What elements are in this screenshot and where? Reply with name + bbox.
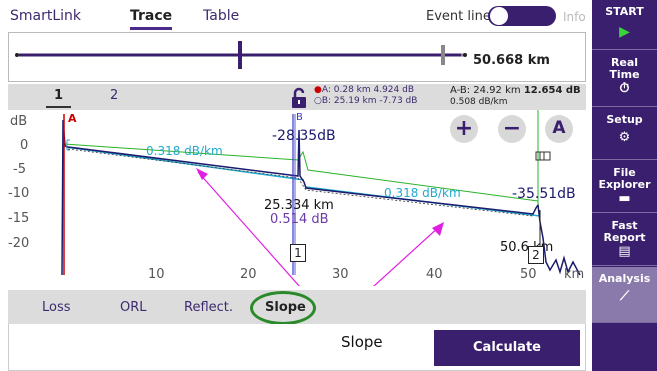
event-box-1[interactable]: 1 (290, 244, 306, 262)
event-db: 0.514 dB (270, 212, 329, 227)
realtime-button[interactable]: Real Time ⏱ (592, 51, 657, 107)
analysis-wand-icon: ⟋ (619, 289, 630, 304)
slope-label-2: 0.318 dB/km (384, 186, 461, 200)
analysis-button[interactable]: Analysis ⟋ (592, 267, 657, 323)
total-distance: 50.668 km (473, 53, 550, 68)
unlock-icon[interactable] (288, 87, 310, 109)
setup-label: Setup (606, 113, 643, 126)
ab-readout: A-B: 24.92 km 12.654 dB (450, 85, 581, 96)
tab-table[interactable]: Table (203, 8, 239, 24)
file-label-2: Explorer (598, 178, 651, 191)
tab-loss[interactable]: Loss (42, 300, 71, 315)
tab-trace[interactable]: Trace (130, 8, 173, 30)
auto-zoom-button[interactable]: A (545, 115, 573, 143)
tab-reflect[interactable]: Reflect. (184, 300, 233, 315)
play-icon: ▶ (619, 24, 630, 40)
toggle-knob (490, 7, 508, 25)
info-button[interactable]: Info (563, 10, 586, 24)
marker-b-readout: ○B: 25.19 km -7.73 dB (314, 96, 417, 106)
setup-button[interactable]: Setup ⚙ (592, 108, 657, 160)
start-button[interactable]: START ▶ (592, 0, 657, 50)
x-tick-20: 20 (240, 267, 257, 282)
x-tick-10: 10 (148, 267, 165, 282)
file-explorer-button[interactable]: File Explorer ▬ (592, 161, 657, 213)
top-tab-bar: SmartLink Trace Table Event line Info (0, 0, 592, 32)
marker-b-dot: ○ (314, 96, 322, 106)
y-tick-3: -15 (8, 211, 30, 226)
marker-a-dot: ● (314, 85, 322, 95)
marker-b-text: B: 25.19 km -7.73 dB (321, 96, 418, 106)
zoom-in-button[interactable]: + (450, 115, 478, 143)
end-distance: 50.6 km (500, 240, 553, 255)
ab-distance: A-B: 24.92 km (450, 85, 521, 96)
ab-slope: 0.508 dB/km (450, 97, 508, 107)
realtime-label-2: Time (609, 68, 640, 81)
x-tick-40: 40 (426, 267, 443, 282)
trace-tab-2[interactable]: 2 (110, 88, 118, 103)
y-tick-1: -5 (13, 162, 26, 177)
slope-label-1: 0.318 dB/km (146, 144, 223, 158)
event-distance: 25.334 km (264, 198, 334, 213)
right-sidebar: START ▶ Real Time ⏱ Setup ⚙ File Explore… (592, 0, 657, 371)
event-line-label: Event line (426, 9, 491, 24)
trace-tab-1[interactable]: 1 (45, 88, 72, 108)
overview-window-end[interactable] (441, 45, 445, 65)
slope-callout-label: Slope (341, 333, 383, 351)
y-tick-0: 0 (20, 138, 29, 153)
otdr-graph[interactable]: dB 0 -5 -10 -15 -20 10 20 30 40 50 km A … (8, 110, 586, 286)
analysis-label: Analysis (598, 272, 651, 285)
report-icon: ▤ (618, 244, 631, 259)
tab-orl[interactable]: ORL (120, 300, 147, 315)
y-axis-unit: dB (10, 114, 28, 129)
end-distance-value: 50.6 (500, 240, 529, 255)
x-axis-unit: km (564, 267, 585, 282)
event-loss-label: -28.35dB (272, 128, 336, 144)
trace-overview[interactable]: 50.668 km (8, 32, 586, 82)
fast-report-button[interactable]: Fast Report ▤ (592, 214, 657, 266)
start-label: START (605, 5, 644, 18)
event-line-toggle[interactable] (488, 6, 556, 26)
gear-icon: ⚙ (618, 130, 631, 145)
marker-a-text: A: 0.28 km 4.924 dB (321, 85, 415, 95)
end-loss-label: -35.51dB (512, 186, 576, 202)
marker-b-label[interactable]: B (296, 112, 303, 123)
marker-a-readout: ●A: 0.28 km 4.924 dB (314, 85, 414, 95)
folder-icon: ▬ (618, 191, 631, 206)
x-tick-50: 50 (520, 267, 537, 282)
trace-header: 1 2 ●A: 0.28 km 4.924 dB ○B: 25.19 km -7… (8, 84, 586, 110)
ab-loss: 12.654 dB (523, 85, 581, 96)
zoom-out-button[interactable]: − (498, 115, 526, 143)
stopwatch-icon: ⏱ (619, 81, 630, 96)
y-tick-4: -20 (8, 236, 30, 251)
overview-window-start[interactable] (238, 41, 242, 69)
y-tick-2: -10 (8, 186, 30, 201)
x-tick-30: 30 (332, 267, 349, 282)
fast-report-label-2: Report (603, 231, 646, 244)
event-box-2[interactable]: 2 (528, 246, 544, 264)
marker-a-label[interactable]: A (68, 112, 77, 125)
calculate-button[interactable]: Calculate (434, 330, 580, 366)
tab-smartlink[interactable]: SmartLink (10, 8, 81, 24)
slope-highlight-circle (250, 291, 316, 325)
